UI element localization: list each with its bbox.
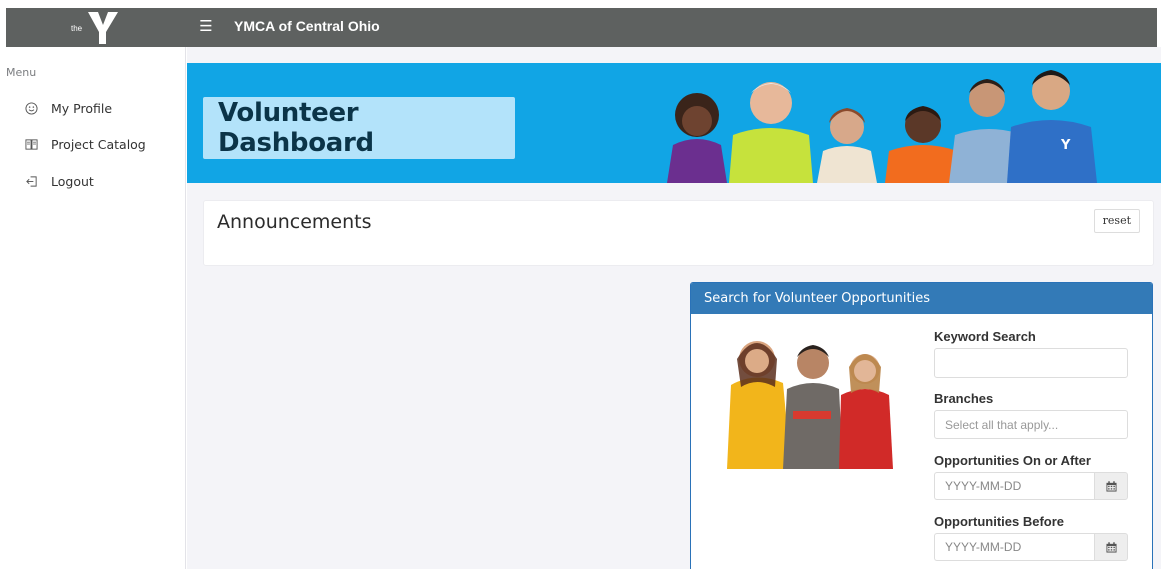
reset-button[interactable]: reset: [1093, 209, 1140, 233]
calendar-icon: [1105, 541, 1117, 553]
sidebar-item-label: My Profile: [51, 100, 113, 116]
search-panel: Search for Volunteer Opportunities Keywo…: [690, 282, 1153, 569]
branches-select[interactable]: [934, 410, 1128, 439]
smiley-icon: [24, 101, 38, 115]
volunteers-photo: [727, 341, 893, 469]
on-or-after-date-input[interactable]: [934, 472, 1094, 500]
calendar-icon: [1105, 480, 1117, 492]
ymca-logo[interactable]: the: [66, 10, 126, 46]
sidebar-item-label: Logout: [51, 173, 94, 189]
banner-title-box: Volunteer Dashboard: [203, 97, 515, 159]
sidebar-item-my-profile[interactable]: My Profile: [24, 98, 112, 118]
volunteer-banner: Volunteer Dashboard Y: [187, 63, 1161, 183]
sidebar-item-logout[interactable]: Logout: [24, 171, 94, 191]
logo-area[interactable]: the: [6, 8, 186, 47]
y-logo-icon: [88, 11, 118, 44]
keyword-search-label: Keyword Search: [934, 329, 1036, 344]
keyword-search-input[interactable]: [934, 348, 1128, 378]
announcements-card: Announcements reset: [203, 200, 1154, 266]
main-content: Volunteer Dashboard Y Announcements rese…: [187, 47, 1161, 569]
calendar-button[interactable]: [1094, 533, 1128, 561]
svg-text:Y: Y: [1060, 138, 1071, 153]
menu-label: Menu: [6, 66, 37, 79]
sidebar-item-project-catalog[interactable]: Project Catalog: [24, 134, 146, 154]
book-icon: [24, 137, 38, 151]
hamburger-icon[interactable]: ☰: [198, 16, 214, 36]
before-label: Opportunities Before: [934, 514, 1065, 529]
banner-volunteers-image: Y: [667, 70, 1097, 183]
on-or-after-label: Opportunities On or After: [934, 453, 1091, 468]
sidebar: Menu My Profile Project Catalog Logout: [0, 47, 186, 569]
announcements-title: Announcements: [217, 211, 372, 233]
app-title: YMCA of Central Ohio: [234, 18, 380, 34]
sidebar-item-label: Project Catalog: [51, 136, 146, 152]
before-date-input[interactable]: [934, 533, 1094, 561]
branches-label: Branches: [934, 391, 994, 406]
top-bar: the ☰ YMCA of Central Ohio: [6, 8, 1157, 47]
logout-icon: [24, 174, 38, 188]
calendar-button[interactable]: [1094, 472, 1128, 500]
search-panel-heading: Search for Volunteer Opportunities: [691, 283, 1152, 314]
page-title: Volunteer Dashboard: [218, 98, 374, 158]
